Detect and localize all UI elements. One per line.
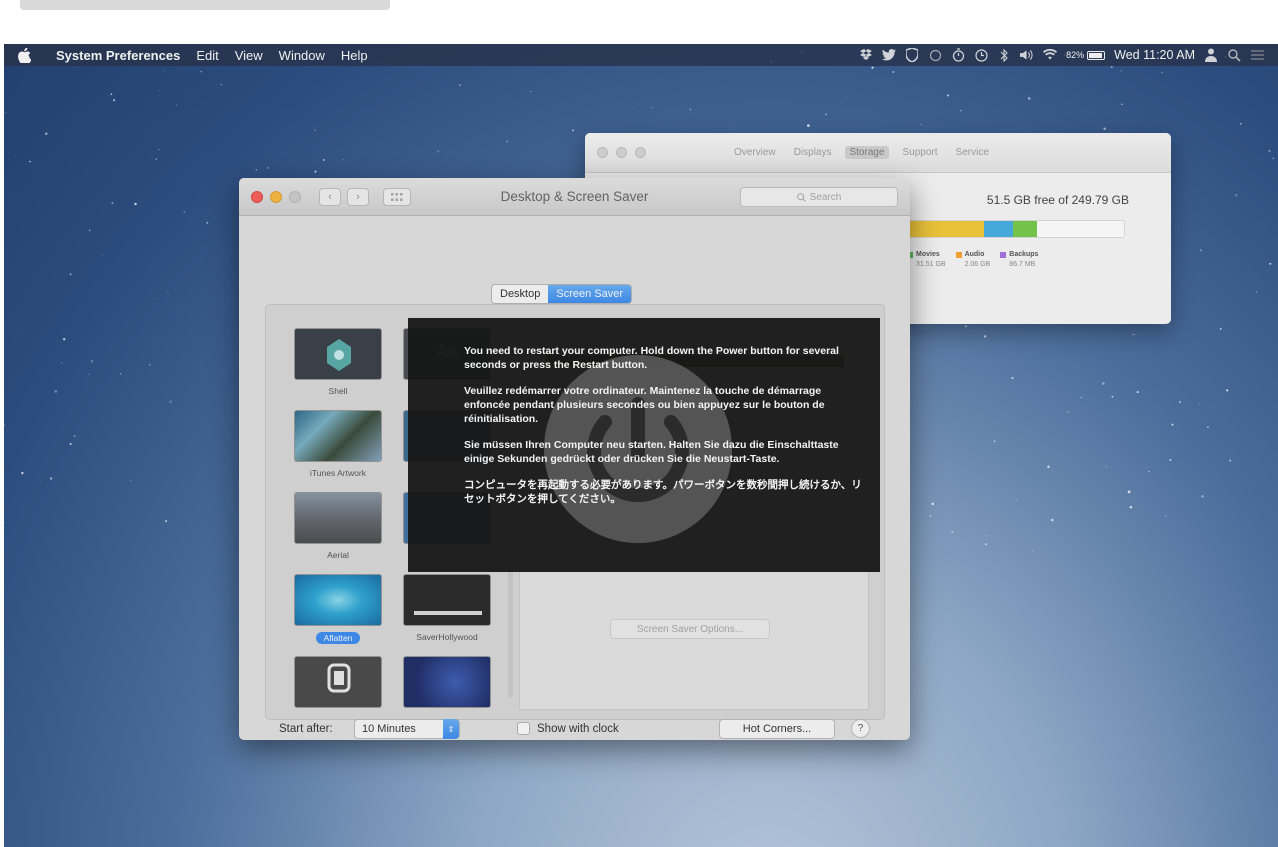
apple-icon[interactable] <box>18 47 32 63</box>
saver-name: Aerial <box>327 550 349 560</box>
storage-usage-bar <box>905 220 1125 238</box>
legend-label: Movies <box>916 251 940 258</box>
close-button[interactable] <box>597 147 608 158</box>
saver-thumbnail <box>403 574 491 626</box>
saver-aflatten[interactable]: Aflatten <box>293 574 383 644</box>
tab-screen-saver[interactable]: Screen Saver <box>548 285 632 303</box>
shield-icon[interactable] <box>905 48 919 62</box>
screen-saver-options-button[interactable]: Screen Saver Options... <box>610 619 770 639</box>
menu-edit[interactable]: Edit <box>196 48 218 63</box>
timer-icon[interactable] <box>951 48 965 62</box>
legend-item-audio: Audio 2.06 GB <box>955 251 991 268</box>
show-with-clock-checkbox[interactable]: Show with clock <box>517 722 619 735</box>
search-icon <box>796 192 806 202</box>
tab-displays[interactable]: Displays <box>790 146 836 159</box>
user-icon[interactable] <box>1204 48 1218 62</box>
message-german: Sie müssen Ihren Computer neu starten. H… <box>464 439 839 465</box>
menu-view[interactable]: View <box>235 48 263 63</box>
sync-icon[interactable] <box>928 48 942 62</box>
saver-name: Shell <box>328 386 348 396</box>
window-titlebar: ‹ › Desktop & Screen Saver Search <box>239 178 910 216</box>
minimize-button[interactable] <box>616 147 627 158</box>
search-input[interactable]: Search <box>740 187 898 207</box>
saver-thumbnail <box>294 492 382 544</box>
legend-value: 86.7 MB <box>1009 261 1036 268</box>
updown-arrows-icon: ⇕ <box>443 719 459 739</box>
menu-window[interactable]: Window <box>279 48 325 63</box>
menu-extras: 82% Wed 11:20 AM <box>859 44 1264 66</box>
battery-indicator[interactable]: 82% <box>1066 50 1106 60</box>
legend-label: Backups <box>1009 251 1039 258</box>
show-with-clock-label: Show with clock <box>537 722 619 735</box>
dropbox-icon[interactable] <box>859 48 873 62</box>
top-grey-bar <box>20 0 390 10</box>
message-english: You need to restart your computer. Hold … <box>464 345 839 371</box>
legend-item-movies: Movies 31.51 GB <box>907 251 946 268</box>
tab-service[interactable]: Service <box>952 146 993 159</box>
start-after-label: Start after: <box>279 723 333 735</box>
menu-icon[interactable] <box>1250 48 1264 62</box>
storage-segment <box>1012 221 1037 237</box>
storage-titlebar: Overview Displays Storage Support Servic… <box>585 133 1171 173</box>
saver-aerial[interactable]: Aerial <box>293 492 383 560</box>
top-strip <box>0 0 1278 44</box>
checkbox-box <box>517 722 530 735</box>
storage-tabs: Overview Displays Storage Support Servic… <box>730 146 993 159</box>
tab-storage[interactable]: Storage <box>845 146 889 159</box>
saver-itunes-artwork[interactable]: iTunes Artwork <box>293 410 383 478</box>
saver-shell[interactable]: Shell <box>293 328 383 396</box>
legend-value: 31.51 GB <box>916 261 946 268</box>
spotlight-icon[interactable] <box>1227 48 1241 62</box>
saver-thumbnail <box>294 656 382 708</box>
watch-icon <box>327 663 351 693</box>
bottom-controls: Start after: 10 Minutes ⇕ Show with cloc… <box>279 719 879 740</box>
saver-thumbnail <box>294 574 382 626</box>
tab-support[interactable]: Support <box>899 146 942 159</box>
restart-message-text: You need to restart your computer. Hold … <box>464 344 864 518</box>
legend-item-backups: Backups 86.7 MB <box>1000 251 1038 268</box>
storage-segment <box>906 221 985 237</box>
menu-bar: System Preferences Edit View Window Help… <box>4 44 1278 66</box>
help-button[interactable]: ? <box>851 719 870 738</box>
start-after-select[interactable]: 10 Minutes ⇕ <box>354 719 460 739</box>
tab-desktop[interactable]: Desktop <box>492 285 549 303</box>
bluetooth-icon[interactable] <box>997 48 1011 62</box>
search-placeholder: Search <box>809 191 842 203</box>
hot-corners-button[interactable]: Hot Corners... <box>719 719 835 739</box>
volume-icon[interactable] <box>1020 48 1034 62</box>
saver-thumbnail <box>403 656 491 708</box>
storage-segment <box>984 221 1013 237</box>
tab-switcher: Desktop Screen Saver <box>491 284 633 304</box>
start-after-value: 10 Minutes <box>362 723 416 735</box>
legend-value: 2.06 GB <box>964 261 991 268</box>
battery-percent: 82% <box>1066 50 1085 60</box>
legend-label: Audio <box>964 251 985 258</box>
message-japanese: コンピュータを再起動する必要があります。パワーボタンを数秒間押し続けるか、リセッ… <box>464 479 862 505</box>
restart-required-message: You need to restart your computer. Hold … <box>408 318 880 572</box>
clock-icon[interactable] <box>974 48 988 62</box>
saver-saverhollywood[interactable]: SaverHollywood <box>402 574 492 642</box>
saver-name-selected: Aflatten <box>315 632 361 644</box>
storage-window-controls <box>597 147 646 158</box>
desktop: System Preferences Edit View Window Help… <box>4 44 1278 847</box>
saver-thumbnail <box>294 410 382 462</box>
storage-legend: Movies 31.51 GB Audio 2.06 GB Backups 86… <box>907 251 1038 268</box>
storage-segment <box>1036 221 1124 237</box>
wifi-icon[interactable] <box>1043 48 1058 62</box>
menu-help[interactable]: Help <box>341 48 368 63</box>
saver-name: SaverHollywood <box>416 632 478 642</box>
menu-app-name[interactable]: System Preferences <box>56 48 180 63</box>
saver-10[interactable] <box>402 656 492 708</box>
saver-name: iTunes Artwork <box>310 468 366 478</box>
tab-overview[interactable]: Overview <box>730 146 780 159</box>
saver-watch[interactable] <box>293 656 383 708</box>
saver-thumbnail <box>294 328 382 380</box>
twitter-icon[interactable] <box>882 48 897 62</box>
message-french: Veuillez redémarrer votre ordinateur. Ma… <box>464 385 825 425</box>
menu-clock[interactable]: Wed 11:20 AM <box>1114 48 1195 62</box>
battery-icon <box>1087 50 1106 60</box>
zoom-button[interactable] <box>635 147 646 158</box>
storage-free-text: 51.5 GB free of 249.79 GB <box>986 193 1129 207</box>
